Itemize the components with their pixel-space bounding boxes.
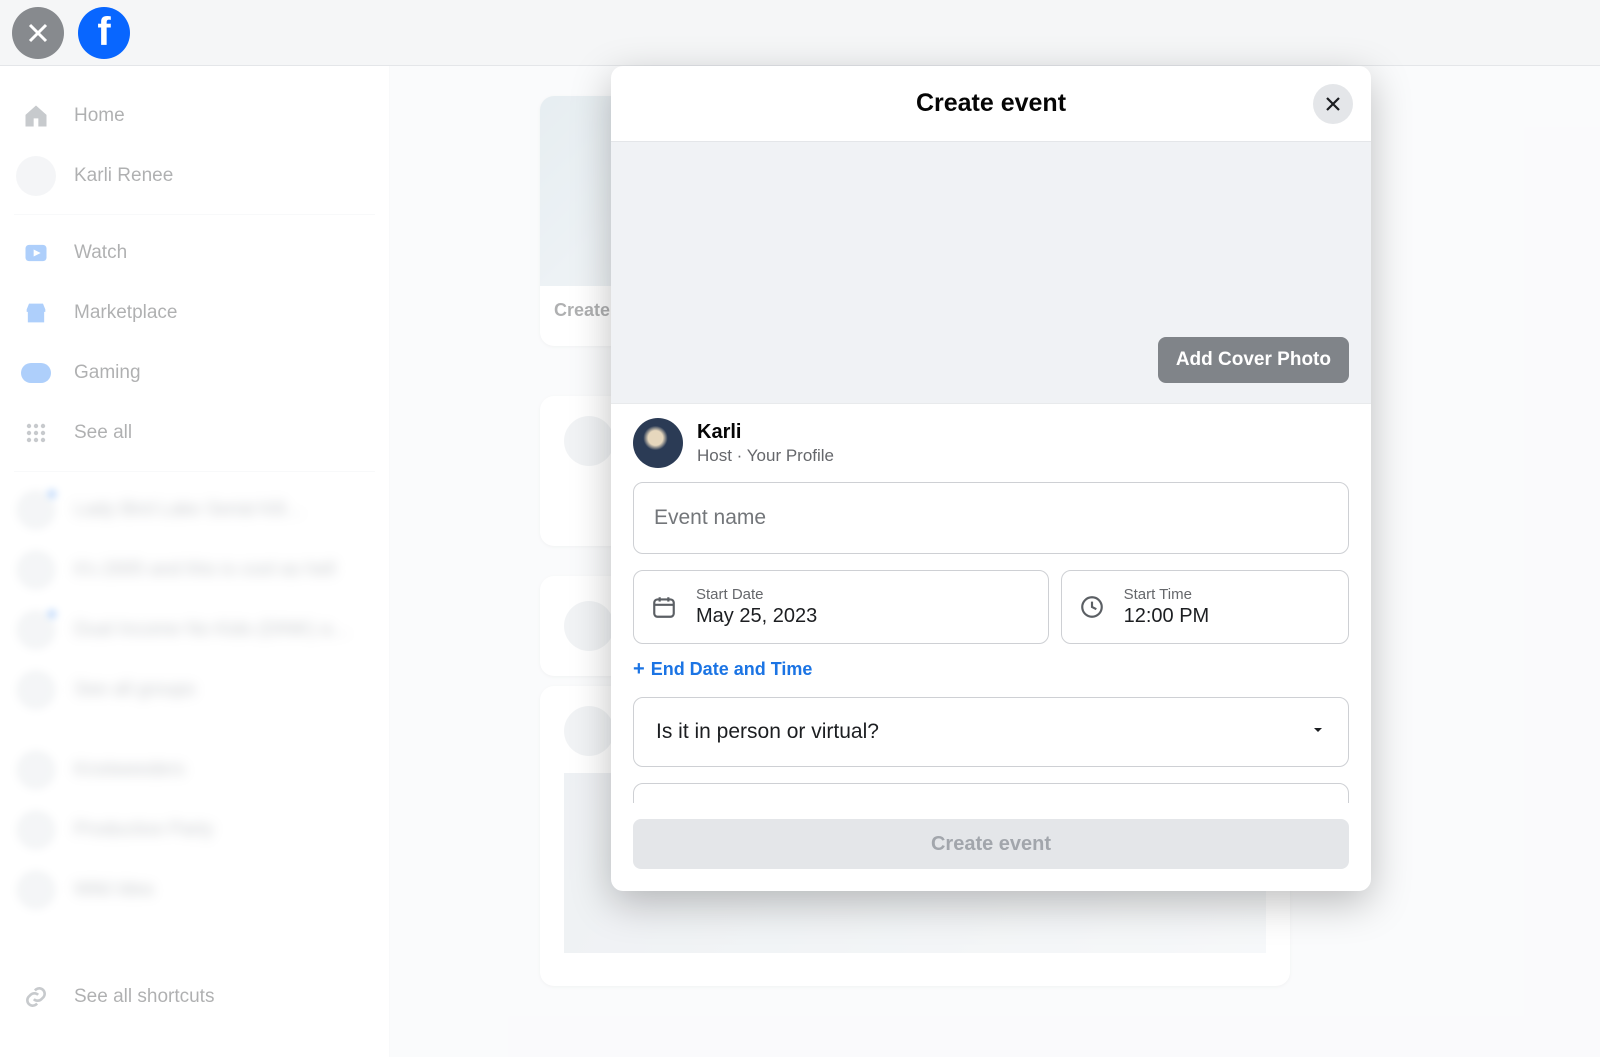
create-event-dialog: Create event Add Cover Photo Karli Host … [611,66,1371,891]
dialog-title: Create event [916,89,1066,118]
host-row: Karli Host · Your Profile [633,418,1349,468]
start-time-value: 12:00 PM [1124,605,1210,628]
caret-down-icon [1310,722,1326,743]
clock-icon [1078,593,1106,621]
start-date-field[interactable]: Start Date May 25, 2023 [633,570,1049,644]
dialog-footer: Create event [611,803,1371,891]
plus-icon: + [633,658,645,681]
event-name-input[interactable] [634,483,1348,553]
host-name: Karli [697,421,834,444]
host-avatar [633,418,683,468]
close-icon [26,21,50,45]
event-name-field[interactable] [633,482,1349,554]
dialog-close-button[interactable] [1313,84,1353,124]
start-time-field[interactable]: Start Time 12:00 PM [1061,570,1349,644]
close-icon [1324,95,1342,113]
facebook-logo[interactable]: f [78,7,130,59]
host-subtitle: Host · Your Profile [697,446,834,466]
dialog-titlebar: Create event [611,66,1371,142]
calendar-icon [650,593,678,621]
next-field[interactable] [633,783,1349,803]
end-date-time-link[interactable]: + End Date and Time [633,658,1349,681]
start-date-value: May 25, 2023 [696,605,817,628]
dialog-body: Karli Host · Your Profile Start Date May… [611,404,1371,803]
location-type-label: Is it in person or virtual? [656,720,879,744]
end-date-time-label: End Date and Time [651,659,813,680]
cover-photo-area: Add Cover Photo [611,142,1371,404]
add-cover-photo-button[interactable]: Add Cover Photo [1158,337,1349,383]
top-bar: f [0,0,1600,66]
start-date-label: Start Date [696,586,817,603]
create-event-button[interactable]: Create event [633,819,1349,869]
start-time-label: Start Time [1124,586,1210,603]
close-page-button[interactable] [12,7,64,59]
location-type-select[interactable]: Is it in person or virtual? [633,697,1349,767]
